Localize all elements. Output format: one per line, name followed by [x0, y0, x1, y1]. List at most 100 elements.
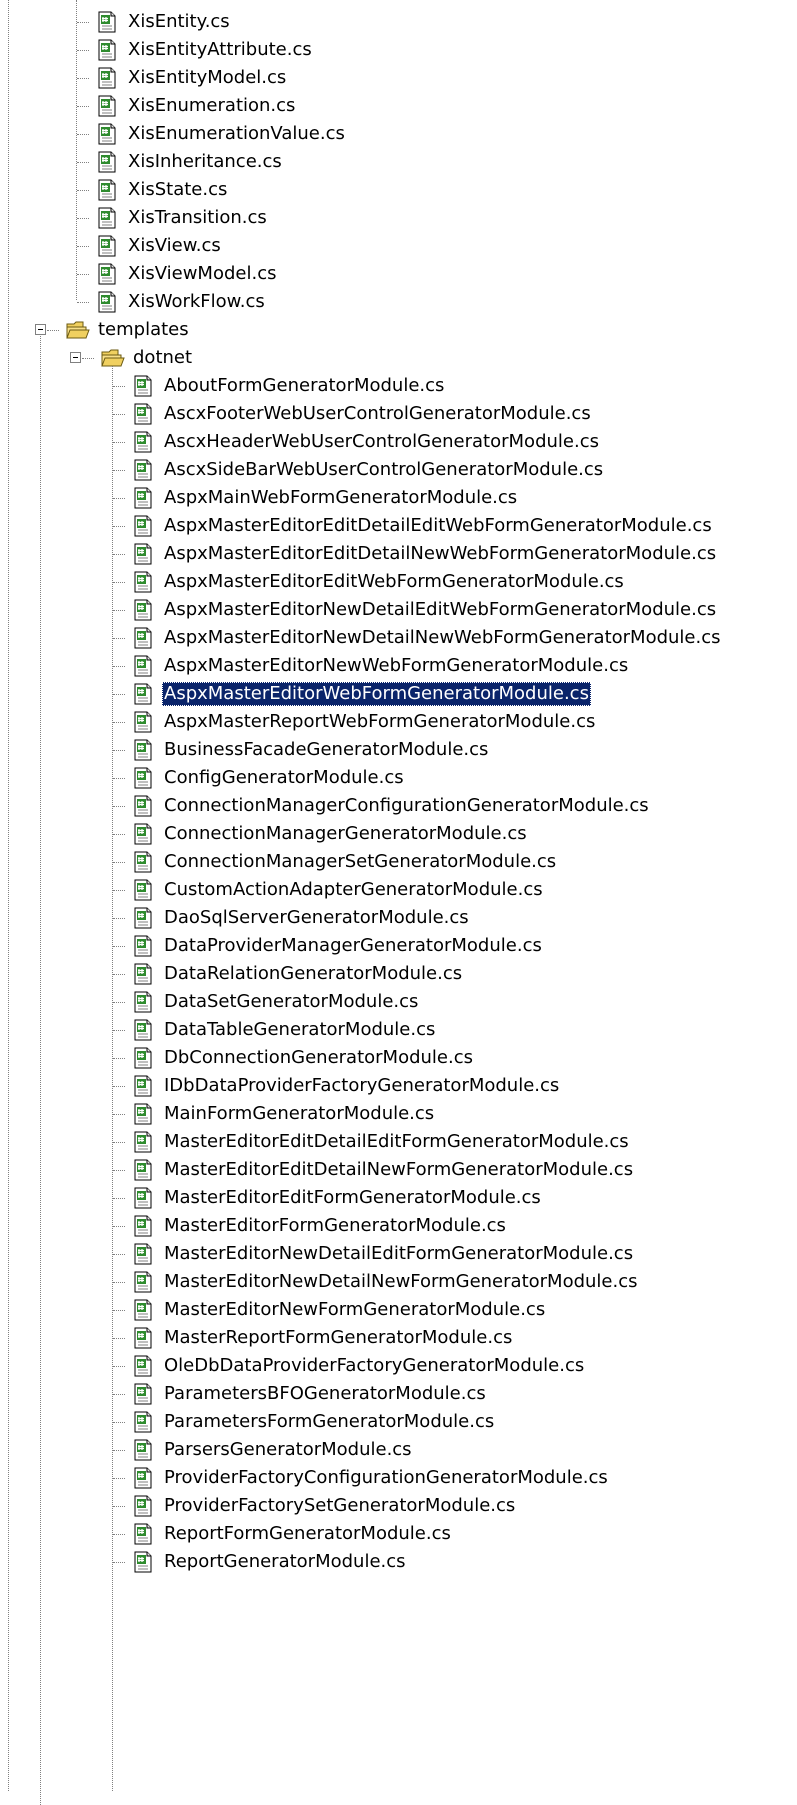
file-label[interactable]: ProviderFactorySetGeneratorModule.cs [162, 1494, 517, 1518]
collapse-minus-icon[interactable] [70, 352, 81, 363]
tree-connector [47, 329, 59, 331]
file-label[interactable]: MasterEditorEditDetailEditFormGeneratorM… [162, 1130, 631, 1154]
file-label[interactable]: AspxMainWebFormGeneratorModule.cs [162, 486, 519, 510]
folder-label[interactable]: dotnet [131, 346, 194, 370]
file-label[interactable]: MasterEditorNewDetailEditFormGeneratorMo… [162, 1242, 635, 1266]
tree-connector [113, 1477, 125, 1479]
file-label[interactable]: ParametersFormGeneratorModule.cs [162, 1410, 496, 1434]
csharp-file-icon [132, 935, 154, 957]
csharp-file-icon [132, 1411, 154, 1433]
tree-connector [113, 1001, 125, 1003]
tree-connector [113, 1337, 125, 1339]
tree-connector [113, 917, 125, 919]
tree-connector [77, 273, 89, 275]
csharp-file-icon [132, 1159, 154, 1181]
tree-connector [113, 497, 125, 499]
file-label[interactable]: XisEntity.cs [126, 10, 232, 34]
file-label[interactable]: BusinessFacadeGeneratorModule.cs [162, 738, 490, 762]
csharp-file-icon [132, 599, 154, 621]
file-label[interactable]: XisViewModel.cs [126, 262, 278, 286]
file-label[interactable]: AspxMasterEditorNewDetailNewWebFormGener… [162, 626, 723, 650]
file-label[interactable]: ConfigGeneratorModule.cs [162, 766, 406, 790]
file-label[interactable]: AspxMasterEditorNewDetailEditWebFormGene… [162, 598, 718, 622]
file-label[interactable]: ReportFormGeneratorModule.cs [162, 1522, 453, 1546]
csharp-file-icon [132, 1187, 154, 1209]
tree-connector [113, 581, 125, 583]
csharp-file-icon [132, 739, 154, 761]
solution-tree-view[interactable]: XisEntity.cs XisEntityAttribute.cs XisEnti… [0, 0, 797, 1805]
csharp-file-icon [132, 1327, 154, 1349]
tree-connector [113, 1393, 125, 1395]
csharp-file-icon [132, 655, 154, 677]
tree-file-item[interactable]: ReportGeneratorModule.cs [113, 1546, 408, 1578]
file-label[interactable]: AscxFooterWebUserControlGeneratorModule.… [162, 402, 593, 426]
file-label[interactable]: MasterEditorEditFormGeneratorModule.cs [162, 1186, 543, 1210]
file-label[interactable]: ConnectionManagerConfigurationGeneratorM… [162, 794, 651, 818]
tree-connector [113, 1057, 125, 1059]
csharp-file-icon [132, 879, 154, 901]
tree-connector [77, 133, 89, 135]
file-label[interactable]: DataProviderManagerGeneratorModule.cs [162, 934, 544, 958]
file-label[interactable]: MasterEditorFormGeneratorModule.cs [162, 1214, 508, 1238]
file-label[interactable]: XisEnumeration.cs [126, 94, 297, 118]
file-label[interactable]: DataTableGeneratorModule.cs [162, 1018, 437, 1042]
file-label[interactable]: DaoSqlServerGeneratorModule.cs [162, 906, 471, 930]
file-label[interactable]: XisState.cs [126, 178, 229, 202]
file-label[interactable]: ProviderFactoryConfigurationGeneratorMod… [162, 1466, 610, 1490]
file-label[interactable]: AscxHeaderWebUserControlGeneratorModule.… [162, 430, 601, 454]
folder-label[interactable]: templates [96, 318, 191, 342]
tree-guide-line [40, 328, 41, 1805]
file-label[interactable]: MasterEditorNewFormGeneratorModule.cs [162, 1298, 547, 1322]
file-label[interactable]: OleDbDataProviderFactoryGeneratorModule.… [162, 1354, 586, 1378]
file-label[interactable]: ParametersBFOGeneratorModule.cs [162, 1382, 488, 1406]
csharp-file-icon [132, 1103, 154, 1125]
file-label[interactable]: MasterEditorNewDetailNewFormGeneratorMod… [162, 1270, 639, 1294]
file-label[interactable]: DataRelationGeneratorModule.cs [162, 962, 464, 986]
file-label[interactable]: XisWorkFlow.cs [126, 290, 267, 314]
file-label[interactable]: ParsersGeneratorModule.cs [162, 1438, 414, 1462]
csharp-file-icon [132, 711, 154, 733]
file-label[interactable]: XisEntityModel.cs [126, 66, 288, 90]
open-folder-icon [66, 319, 90, 341]
tree-connector [113, 1141, 125, 1143]
collapse-minus-icon[interactable] [35, 324, 46, 335]
file-label[interactable]: AspxMasterEditorEditDetailNewWebFormGene… [162, 542, 718, 566]
file-label[interactable]: AspxMasterEditorNewWebFormGeneratorModul… [162, 654, 630, 678]
file-label[interactable]: CustomActionAdapterGeneratorModule.cs [162, 878, 545, 902]
file-label[interactable]: AscxSideBarWebUserControlGeneratorModule… [162, 458, 605, 482]
file-label[interactable]: ConnectionManagerSetGeneratorModule.cs [162, 850, 558, 874]
csharp-file-icon [132, 1439, 154, 1461]
csharp-file-icon [132, 1383, 154, 1405]
csharp-file-icon [96, 291, 118, 313]
file-label[interactable]: AspxMasterEditorEditWebFormGeneratorModu… [162, 570, 626, 594]
file-label[interactable]: ConnectionManagerGeneratorModule.cs [162, 822, 529, 846]
csharp-file-icon [132, 1523, 154, 1545]
csharp-file-icon [96, 151, 118, 173]
file-label[interactable]: DbConnectionGeneratorModule.cs [162, 1046, 475, 1070]
csharp-file-icon [132, 1551, 154, 1573]
file-label[interactable]: XisTransition.cs [126, 206, 269, 230]
csharp-file-icon [132, 515, 154, 537]
csharp-file-icon [132, 907, 154, 929]
file-label[interactable]: MasterEditorEditDetailNewFormGeneratorMo… [162, 1158, 635, 1182]
tree-connector [77, 217, 89, 219]
file-label[interactable]: XisView.cs [126, 234, 223, 258]
file-label[interactable]: XisEnumerationValue.cs [126, 122, 347, 146]
tree-connector [113, 1225, 125, 1227]
file-label[interactable]: MasterReportFormGeneratorModule.cs [162, 1326, 514, 1350]
tree-connector [113, 441, 125, 443]
file-label[interactable]: MainFormGeneratorModule.cs [162, 1102, 436, 1126]
file-label[interactable]: AspxMasterReportWebFormGeneratorModule.c… [162, 710, 597, 734]
csharp-file-icon [132, 375, 154, 397]
tree-connector [113, 721, 125, 723]
file-label[interactable]: AboutFormGeneratorModule.cs [162, 374, 446, 398]
file-label[interactable]: XisEntityAttribute.cs [126, 38, 314, 62]
tree-connector [113, 469, 125, 471]
file-label[interactable]: XisInheritance.cs [126, 150, 284, 174]
file-label[interactable]: AspxMasterEditorWebFormGeneratorModule.c… [162, 682, 591, 706]
file-label[interactable]: DataSetGeneratorModule.cs [162, 990, 420, 1014]
file-label[interactable]: IDbDataProviderFactoryGeneratorModule.cs [162, 1074, 561, 1098]
file-label[interactable]: AspxMasterEditorEditDetailEditWebFormGen… [162, 514, 714, 538]
csharp-file-icon [96, 179, 118, 201]
file-label[interactable]: ReportGeneratorModule.cs [162, 1550, 408, 1574]
